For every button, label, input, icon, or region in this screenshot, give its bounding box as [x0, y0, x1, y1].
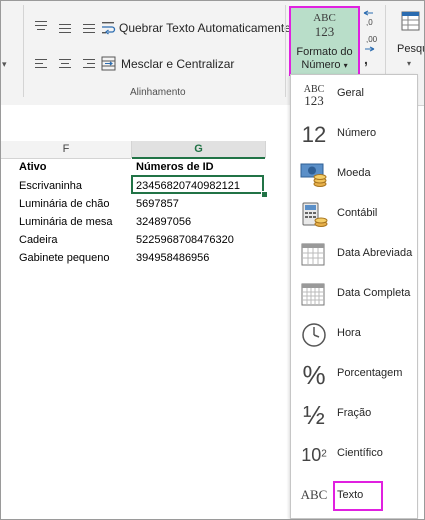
increase-decimal-icon: ,0 — [363, 10, 373, 27]
cell-asset[interactable]: Cadeira — [19, 231, 58, 249]
menu-item-label: Fração — [337, 407, 372, 419]
time-icon — [299, 321, 329, 349]
fraction-icon: ½ — [299, 399, 329, 430]
increase-decimal-button[interactable]: ,0 — [363, 9, 377, 31]
cell-id[interactable]: 5225968708476320 — [136, 231, 234, 249]
text-glyph: ABC — [300, 487, 328, 502]
menu-item-label: Hora — [337, 327, 361, 339]
menu-item-label: Moeda — [337, 167, 371, 179]
merge-center-icon — [101, 56, 116, 71]
fraction-glyph: ½ — [303, 399, 325, 430]
group-separator — [285, 5, 286, 97]
menu-item-label: Contábil — [337, 207, 378, 219]
fill-handle[interactable] — [261, 191, 268, 198]
excel-window: ▾ Quebrar Texto Automaticamente Mesclar … — [0, 0, 425, 520]
cell-asset[interactable]: Gabinete pequeno — [19, 249, 110, 267]
worksheet: F G Ativo Números de ID Escrivaninha 234… — [1, 105, 291, 519]
percentage-icon: % — [299, 359, 329, 390]
cell-id[interactable]: 324897056 — [136, 213, 191, 231]
number-icon: 12 — [299, 121, 329, 149]
menu-item-long-date[interactable]: Data Completa — [291, 275, 417, 315]
alignment-group-label: Alinhamento — [130, 87, 186, 98]
merge-center-label: Mesclar e Centralizar — [121, 57, 235, 71]
general-icon: ABC 123 — [299, 81, 329, 109]
menu-item-number[interactable]: 12 Número — [291, 115, 417, 155]
menu-item-accounting[interactable]: Contábil — [291, 195, 417, 235]
menu-item-scientific[interactable]: 102 Científico — [291, 435, 417, 475]
svg-text:,00: ,00 — [366, 35, 377, 44]
menu-item-label: Texto — [337, 489, 364, 501]
menu-item-time[interactable]: Hora — [291, 315, 417, 355]
wrap-text-icon — [102, 22, 116, 35]
cell-asset[interactable]: Luminária de chão — [19, 195, 110, 213]
number-glyph: 12 — [301, 122, 327, 147]
menu-item-label: Geral — [337, 87, 364, 99]
table-format-icon — [401, 11, 420, 31]
menu-item-fraction[interactable]: ½ Fração — [291, 395, 417, 435]
menu-item-label: Data Abreviada — [337, 247, 413, 259]
sci-base-glyph: 10 — [301, 444, 322, 465]
cell-asset[interactable]: Luminária de mesa — [19, 213, 113, 231]
cell-id[interactable]: 394958486956 — [136, 249, 209, 267]
percent-glyph: % — [302, 359, 326, 390]
wrap-text-label: Quebrar Texto Automaticamente — [119, 21, 291, 35]
format-icon-top: ABC — [313, 12, 336, 24]
currency-icon — [299, 161, 329, 189]
cell-g-header[interactable]: Números de ID — [136, 158, 214, 176]
text-icon: ABC — [299, 481, 329, 509]
chevron-down-icon: ▾ — [407, 59, 412, 68]
svg-text:,0: ,0 — [366, 18, 373, 27]
menu-item-label: Número — [337, 127, 377, 139]
number-format-button[interactable]: ABC 123 Formato do Número ▾ — [289, 6, 360, 76]
align-middle-icon[interactable] — [57, 21, 75, 35]
partial-label: Pesqu — [397, 43, 424, 55]
column-divider — [265, 141, 266, 158]
partial-font-color-dropdown[interactable]: ▾ — [1, 59, 11, 69]
general-icon-bottom: 123 — [304, 93, 324, 108]
merge-center-button[interactable]: Mesclar e Centralizar — [101, 53, 251, 75]
partial-styles-button[interactable]: Pesqu ▾ — [397, 11, 424, 71]
scientific-icon: 102 — [299, 441, 329, 469]
column-header-f[interactable]: F — [1, 141, 131, 159]
number-format-label-line1: Formato do — [296, 46, 353, 58]
number-format-label-line2: Número — [301, 59, 341, 71]
menu-item-label: Data Completa — [337, 287, 411, 299]
menu-item-general[interactable]: ABC 123 Geral — [291, 75, 417, 115]
cell-asset[interactable]: Escrivaninha — [19, 177, 82, 195]
cell-id[interactable]: 23456820740982121 — [136, 177, 240, 195]
cell-id[interactable]: 5697857 — [136, 195, 179, 213]
menu-item-label: Científico — [337, 447, 383, 459]
align-center-icon[interactable] — [57, 57, 75, 71]
number-format-dropdown: ABC 123 Geral 12 Número Moeda Contábil D… — [290, 74, 418, 519]
group-separator — [23, 5, 24, 97]
chevron-down-icon: ▾ — [343, 61, 348, 70]
align-left-icon[interactable] — [33, 57, 51, 71]
sci-exp-glyph: 2 — [321, 447, 327, 459]
accounting-icon — [299, 201, 329, 229]
menu-item-percentage[interactable]: % Porcentagem — [291, 355, 417, 395]
column-header-g[interactable]: G — [132, 141, 265, 159]
comma-style-button[interactable]: , — [364, 51, 368, 67]
long-date-icon — [299, 281, 329, 309]
wrap-text-button[interactable]: Quebrar Texto Automaticamente — [101, 17, 291, 39]
menu-item-text[interactable]: ABC Texto — [291, 475, 417, 515]
chevron-down-icon: ▾ — [2, 59, 7, 69]
align-top-icon[interactable] — [33, 19, 51, 33]
align-bottom-icon[interactable] — [81, 21, 99, 35]
format-icon-bottom: 123 — [314, 24, 335, 39]
menu-item-currency[interactable]: Moeda — [291, 155, 417, 195]
menu-item-label: Porcentagem — [337, 367, 403, 379]
short-date-icon — [299, 241, 329, 269]
number-format-label: Formato do Número ▾ — [291, 46, 358, 72]
menu-item-short-date[interactable]: Data Abreviada — [291, 235, 417, 275]
align-right-icon[interactable] — [81, 57, 99, 71]
cell-f-header[interactable]: Ativo — [19, 158, 47, 176]
